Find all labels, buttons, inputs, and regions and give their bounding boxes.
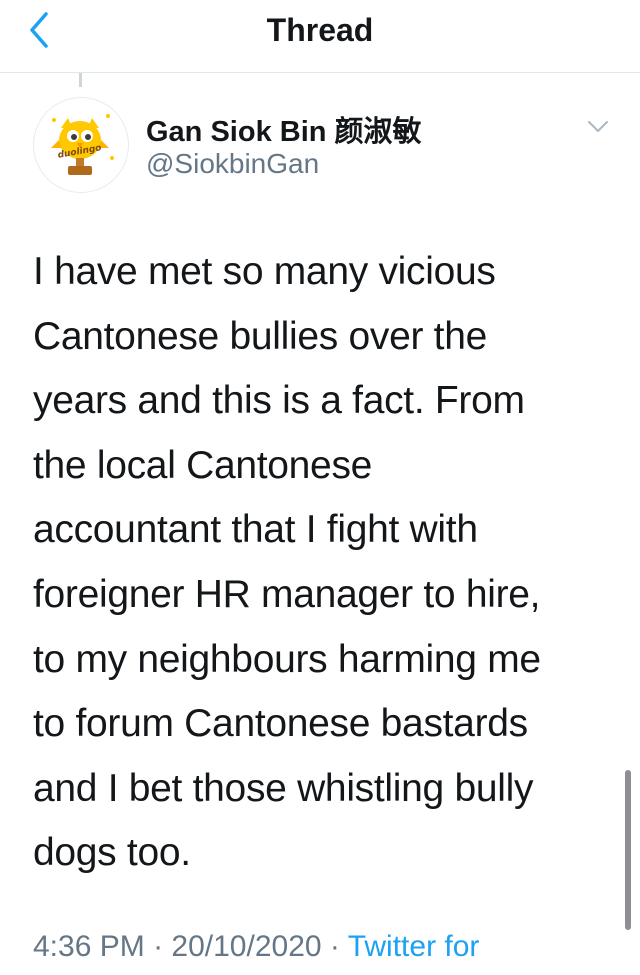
thread-connector-line <box>79 73 82 87</box>
tweet-text-line: years and this is a fact. From <box>33 379 525 423</box>
author-handle[interactable]: @SiokbinGan <box>146 148 319 180</box>
tweet-text-line: to my neighbours harming me <box>33 637 541 681</box>
tweet-text-line: the local Cantonese <box>33 443 373 487</box>
tweet-text-line: foreigner HR manager to hire, <box>33 572 541 616</box>
scrollbar[interactable] <box>625 770 631 930</box>
tweet-time: 4:36 PM <box>33 930 145 963</box>
navigation-bar: Thread <box>0 0 640 73</box>
meta-separator: · <box>153 930 164 963</box>
tweet-date: 20/10/2020 <box>171 930 322 963</box>
tweet-text-line: Cantonese bullies over the <box>33 314 487 358</box>
tweet-text-line: I have met so many vicious <box>33 250 496 293</box>
author-name[interactable]: Gan Siok Bin 颜淑敏 <box>146 108 422 150</box>
page-title: Thread <box>266 12 374 48</box>
tweet-text: I have met so many vicious Cantonese bul… <box>33 240 613 886</box>
tweet-text-line: accountant that I fight with <box>33 508 478 552</box>
avatar[interactable]: duolingo <box>33 97 129 193</box>
more-options-button[interactable] <box>584 112 612 140</box>
tweet-timestamp-row: 4:36 PM · 20/10/2020 · Twitter for <box>33 930 479 964</box>
tweet-text-line: to forum Cantonese bastards <box>33 702 528 746</box>
tweet-text-line: and I bet those whistling bully <box>33 766 534 810</box>
tweet-source-link[interactable]: Twitter for <box>348 930 480 963</box>
chevron-down-icon <box>588 121 608 132</box>
duolingo-owl-avatar: duolingo <box>51 114 114 175</box>
meta-separator: · <box>329 930 340 963</box>
tweet-text-line: dogs too. <box>33 831 191 875</box>
